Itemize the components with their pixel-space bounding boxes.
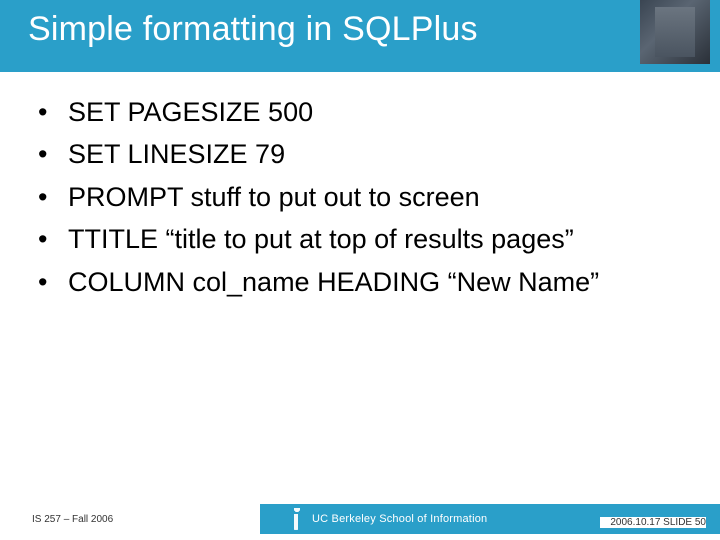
- title-photo: [640, 0, 710, 64]
- footer-right: 2006.10.17 SLIDE 50: [600, 517, 706, 528]
- bullet-item: TTITLE “title to put at top of results p…: [38, 221, 690, 257]
- bullet-list: SET PAGESIZE 500 SET LINESIZE 79 PROMPT …: [38, 94, 690, 300]
- footer-school: UC Berkeley School of Information: [312, 513, 487, 525]
- title-bar: Simple formatting in SQLPlus: [0, 0, 720, 72]
- bullet-item: COLUMN col_name HEADING “New Name”: [38, 264, 690, 300]
- slide-body: SET PAGESIZE 500 SET LINESIZE 79 PROMPT …: [0, 72, 720, 500]
- bullet-item: PROMPT stuff to put out to screen: [38, 179, 690, 215]
- slide-title: Simple formatting in SQLPlus: [28, 10, 478, 49]
- slide: Simple formatting in SQLPlus SET PAGESIZ…: [0, 0, 720, 540]
- bullet-item: SET PAGESIZE 500: [38, 94, 690, 130]
- school-logo-icon: [288, 508, 304, 530]
- footer: IS 257 – Fall 2006 UC Berkeley School of…: [0, 500, 720, 540]
- footer-left: IS 257 – Fall 2006: [0, 514, 260, 525]
- bullet-item: SET LINESIZE 79: [38, 136, 690, 172]
